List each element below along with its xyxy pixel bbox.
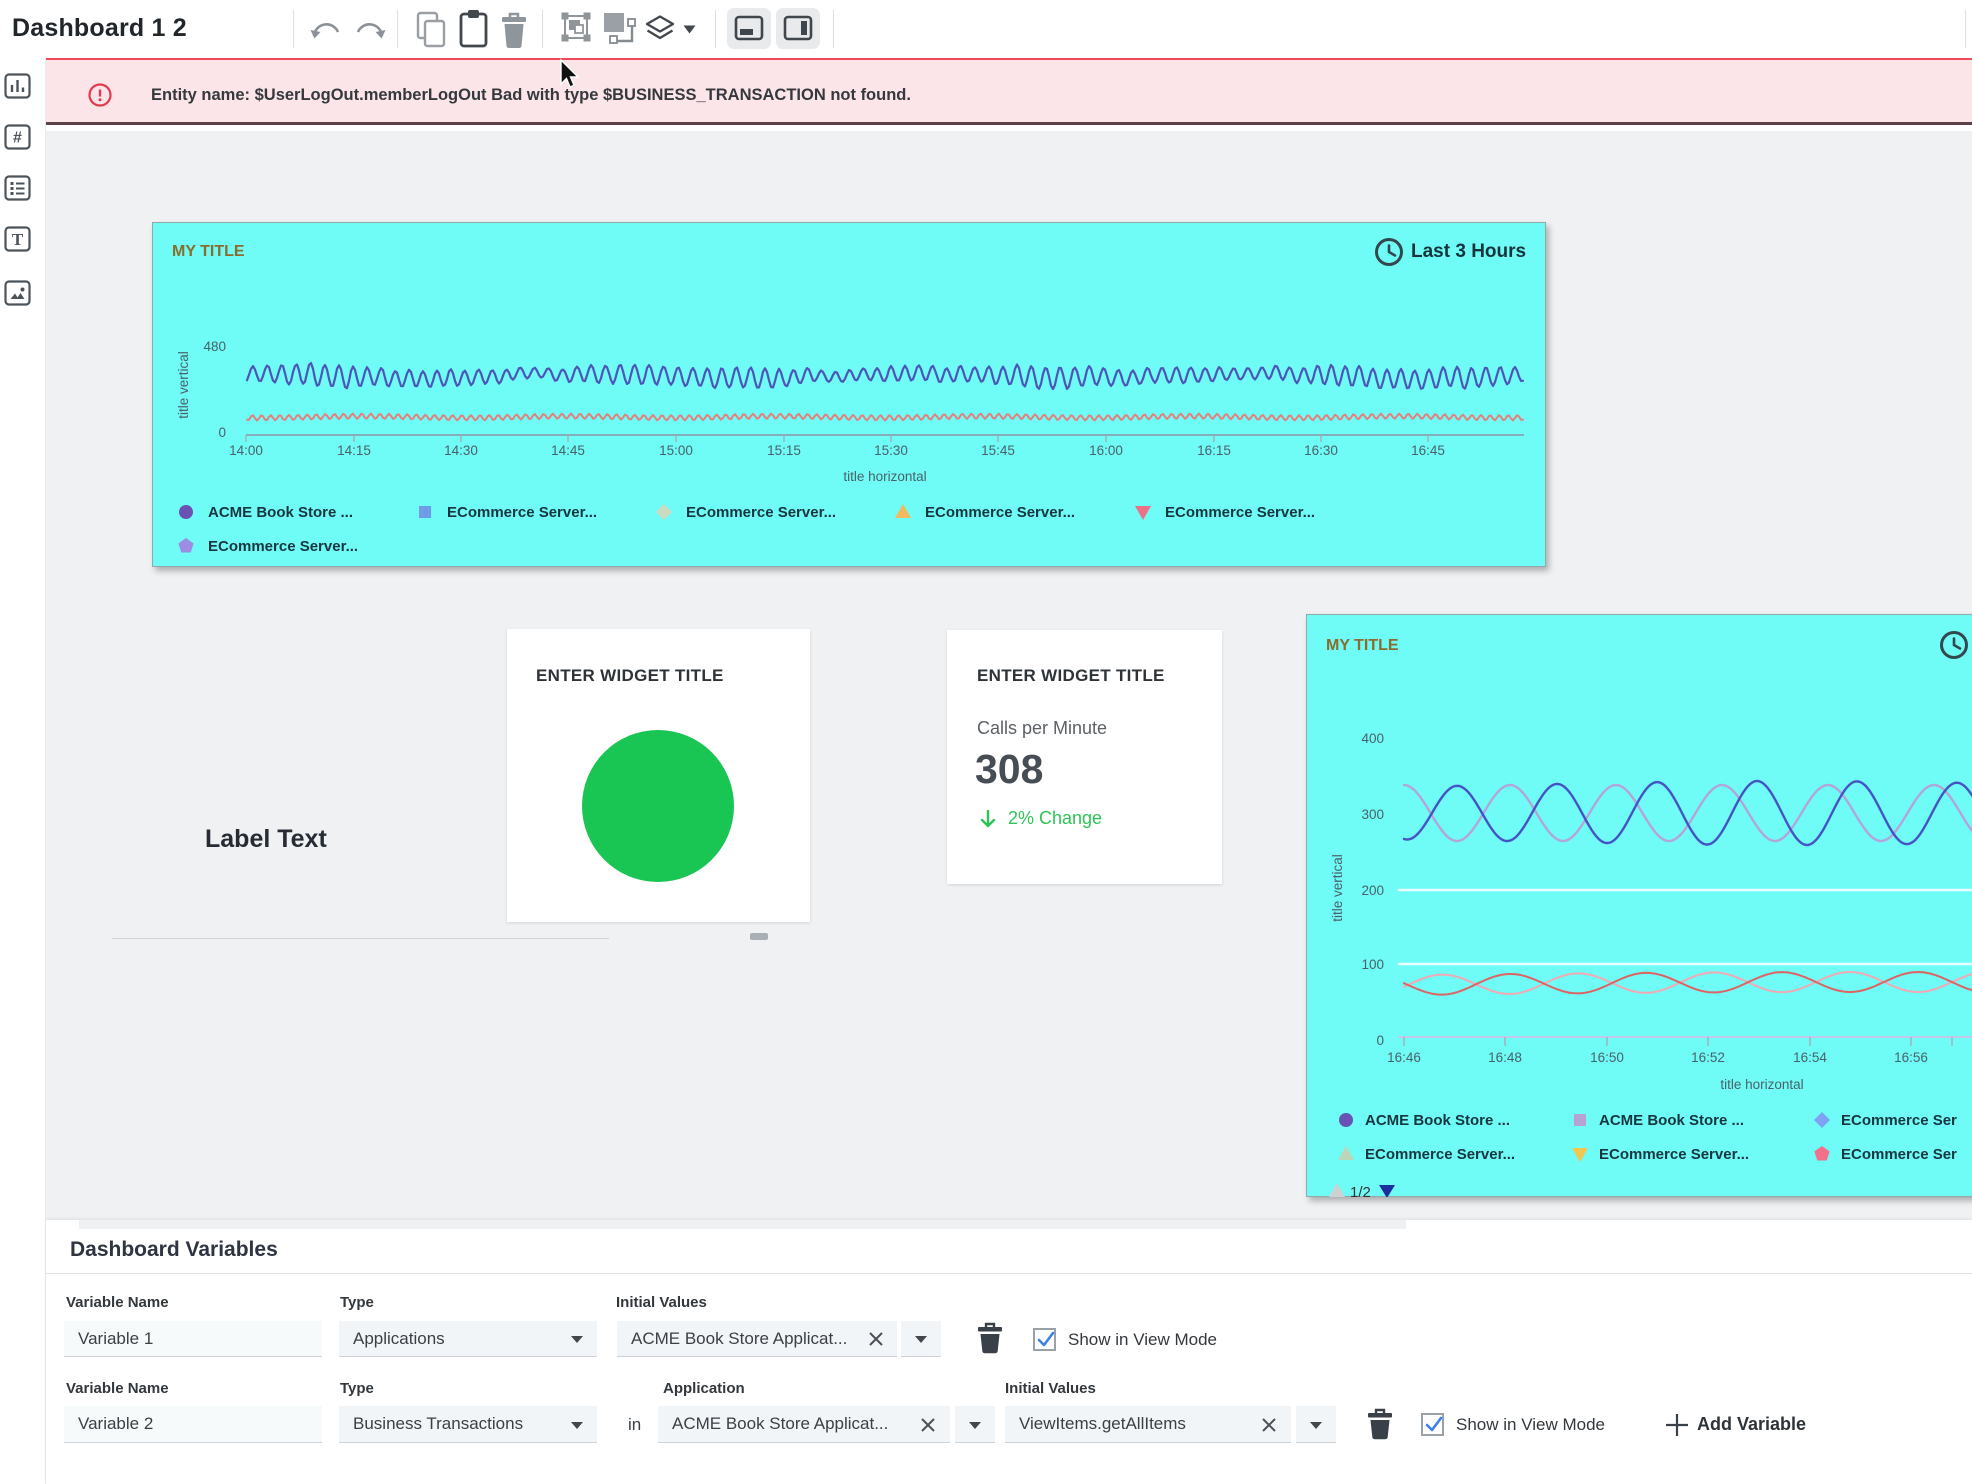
svg-text:ACME Book Store ...: ACME Book Store ... — [208, 504, 353, 521]
svg-text:14:15: 14:15 — [337, 443, 371, 458]
svg-text:14:45: 14:45 — [551, 443, 585, 458]
svg-text:0: 0 — [218, 425, 226, 440]
svg-text:16:56: 16:56 — [1894, 1050, 1928, 1065]
svg-text:ECommerce Server...: ECommerce Server... — [447, 504, 597, 521]
svg-text:16:15: 16:15 — [1197, 443, 1231, 458]
svg-text:15:15: 15:15 — [767, 443, 801, 458]
svg-text:300: 300 — [1361, 807, 1384, 822]
svg-text:T: T — [12, 230, 24, 249]
svg-text:ECommerce Ser: ECommerce Ser — [1841, 1112, 1957, 1129]
svg-text:ECommerce Server...: ECommerce Server... — [1599, 1146, 1749, 1163]
svg-text:ECommerce Server...: ECommerce Server... — [1365, 1146, 1515, 1163]
svg-text:ECommerce Server...: ECommerce Server... — [925, 504, 1075, 521]
svg-text:16:48: 16:48 — [1488, 1050, 1522, 1065]
svg-text:ACME Book Store ...: ACME Book Store ... — [1365, 1112, 1510, 1129]
svg-text:ECommerce Server...: ECommerce Server... — [208, 538, 358, 555]
svg-text:15:45: 15:45 — [981, 443, 1015, 458]
svg-text:0: 0 — [1376, 1033, 1384, 1048]
svg-text:ECommerce Server...: ECommerce Server... — [686, 504, 836, 521]
svg-text:16:54: 16:54 — [1793, 1050, 1827, 1065]
svg-text:title horizontal: title horizontal — [1720, 1077, 1803, 1092]
svg-text:title vertical: title vertical — [1330, 854, 1345, 922]
svg-text:ECommerce Server...: ECommerce Server... — [1165, 504, 1315, 521]
svg-text:1/2: 1/2 — [1350, 1184, 1371, 1197]
svg-text:15:30: 15:30 — [874, 443, 908, 458]
svg-text:#: # — [13, 130, 22, 147]
svg-text:14:30: 14:30 — [444, 443, 478, 458]
svg-text:200: 200 — [1361, 883, 1384, 898]
svg-text:16:30: 16:30 — [1304, 443, 1338, 458]
svg-text:16:00: 16:00 — [1089, 443, 1123, 458]
svg-text:ECommerce Ser: ECommerce Ser — [1841, 1146, 1957, 1163]
svg-text:100: 100 — [1361, 957, 1384, 972]
svg-text:title vertical: title vertical — [176, 351, 191, 419]
svg-text:14:00: 14:00 — [229, 443, 263, 458]
svg-text:400: 400 — [1361, 731, 1384, 746]
svg-text:15:00: 15:00 — [659, 443, 693, 458]
svg-text:16:46: 16:46 — [1387, 1050, 1421, 1065]
svg-text:16:52: 16:52 — [1691, 1050, 1725, 1065]
svg-text:16:45: 16:45 — [1411, 443, 1445, 458]
svg-text:16:50: 16:50 — [1590, 1050, 1624, 1065]
svg-text:ACME Book Store ...: ACME Book Store ... — [1599, 1112, 1744, 1129]
svg-text:title horizontal: title horizontal — [843, 469, 926, 484]
svg-text:480: 480 — [203, 339, 226, 354]
